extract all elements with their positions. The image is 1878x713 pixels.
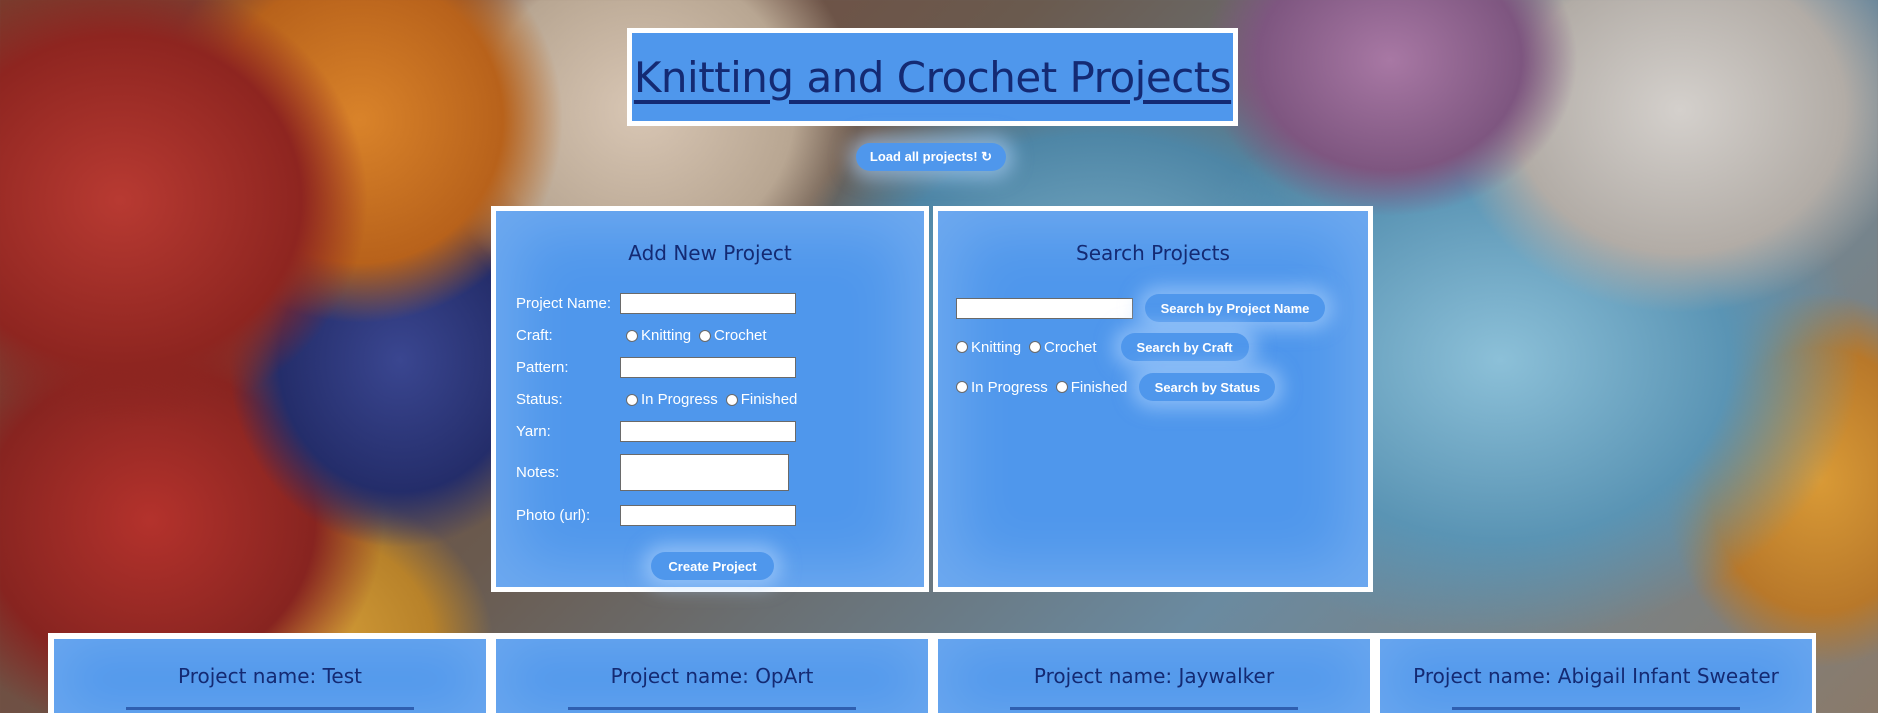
search-status-finished[interactable]: Finished	[1050, 378, 1128, 396]
project-card[interactable]: Project name: OpArt	[496, 639, 928, 713]
card-divider	[568, 707, 856, 710]
search-projects-panel: Search Projects Search by Project Name K…	[933, 206, 1373, 592]
search-in-progress-label: In Progress	[971, 378, 1048, 396]
photo-label: Photo (url):	[516, 507, 591, 524]
search-status-row: In Progress Finished Search by Status	[956, 373, 1276, 401]
status-option-finished[interactable]: Finished	[720, 391, 798, 408]
search-by-craft-button[interactable]: Search by Craft	[1120, 333, 1249, 361]
photo-row: Photo (url):	[516, 505, 796, 526]
project-name-input[interactable]	[620, 293, 796, 314]
yarn-input[interactable]	[620, 421, 796, 442]
search-finished-label: Finished	[1070, 378, 1128, 396]
crochet-radio[interactable]	[699, 329, 712, 342]
knitting-radio[interactable]	[626, 329, 638, 342]
search-name-input[interactable]	[956, 297, 1133, 319]
pattern-row: Pattern:	[516, 357, 796, 378]
finished-option-label: Finished	[740, 391, 798, 408]
project-card-title: Project name: Jaywalker	[1033, 664, 1275, 688]
finished-radio[interactable]	[725, 393, 738, 406]
notes-textarea[interactable]	[620, 454, 789, 491]
card-divider	[126, 707, 414, 710]
search-knitting-label: Knitting	[971, 338, 1022, 356]
search-finished-radio[interactable]	[1055, 381, 1068, 393]
project-card-title: Project name: OpArt	[610, 664, 814, 688]
project-name-row: Project Name:	[516, 293, 796, 314]
search-by-status-button[interactable]: Search by Status	[1139, 373, 1276, 401]
add-project-heading: Add New Project	[628, 241, 792, 265]
add-project-panel: Add New Project Project Name: Craft: Kni…	[491, 206, 929, 592]
search-craft-knitting[interactable]: Knitting	[956, 339, 1021, 356]
project-card-title: Project name: Abigail Infant Sweater	[1413, 664, 1779, 688]
search-name-row: Search by Project Name	[956, 294, 1325, 322]
search-craft-crochet[interactable]: Crochet	[1023, 339, 1097, 356]
pattern-input[interactable]	[620, 357, 796, 378]
yarn-label: Yarn:	[516, 423, 551, 440]
knitting-option-label: Knitting	[641, 327, 692, 344]
search-craft-row: Knitting Crochet Search by Craft	[956, 333, 1249, 361]
card-divider	[1452, 707, 1740, 710]
search-crochet-label: Crochet	[1044, 338, 1097, 356]
card-divider	[1010, 707, 1298, 710]
project-card-title: Project name: Test	[178, 664, 362, 688]
search-projects-heading: Search Projects	[1076, 241, 1230, 265]
status-option-in-progress[interactable]: In Progress	[620, 391, 718, 408]
craft-row: Craft: Knitting Crochet	[516, 327, 769, 344]
notes-row: Notes:	[516, 454, 789, 491]
search-knitting-radio[interactable]	[956, 341, 968, 353]
project-card[interactable]: Project name: Test	[54, 639, 486, 713]
craft-option-crochet[interactable]: Crochet	[693, 327, 767, 344]
title-banner: Knitting and Crochet Projects	[627, 28, 1238, 126]
status-label: Status:	[516, 391, 563, 408]
search-by-name-button[interactable]: Search by Project Name	[1145, 294, 1325, 322]
search-status-in-progress[interactable]: In Progress	[956, 379, 1048, 396]
pattern-label: Pattern:	[516, 359, 569, 376]
in-progress-option-label: In Progress	[641, 391, 718, 408]
page-title[interactable]: Knitting and Crochet Projects	[634, 53, 1232, 102]
in-progress-radio[interactable]	[626, 393, 638, 406]
crochet-option-label: Crochet	[714, 327, 767, 344]
project-card[interactable]: Project name: Abigail Infant Sweater	[1380, 639, 1812, 713]
search-in-progress-radio[interactable]	[956, 381, 968, 393]
load-all-projects-button[interactable]: Load all projects! ↻	[856, 143, 1006, 171]
project-card[interactable]: Project name: Jaywalker	[938, 639, 1370, 713]
project-name-label: Project Name:	[516, 295, 612, 312]
status-row: Status: In Progress Finished	[516, 391, 799, 408]
craft-label: Craft:	[516, 327, 553, 344]
photo-url-input[interactable]	[620, 505, 796, 526]
search-crochet-radio[interactable]	[1029, 341, 1042, 353]
yarn-row: Yarn:	[516, 421, 796, 442]
create-project-button[interactable]: Create Project	[651, 552, 774, 580]
craft-option-knitting[interactable]: Knitting	[620, 327, 691, 344]
notes-label: Notes:	[516, 464, 560, 481]
